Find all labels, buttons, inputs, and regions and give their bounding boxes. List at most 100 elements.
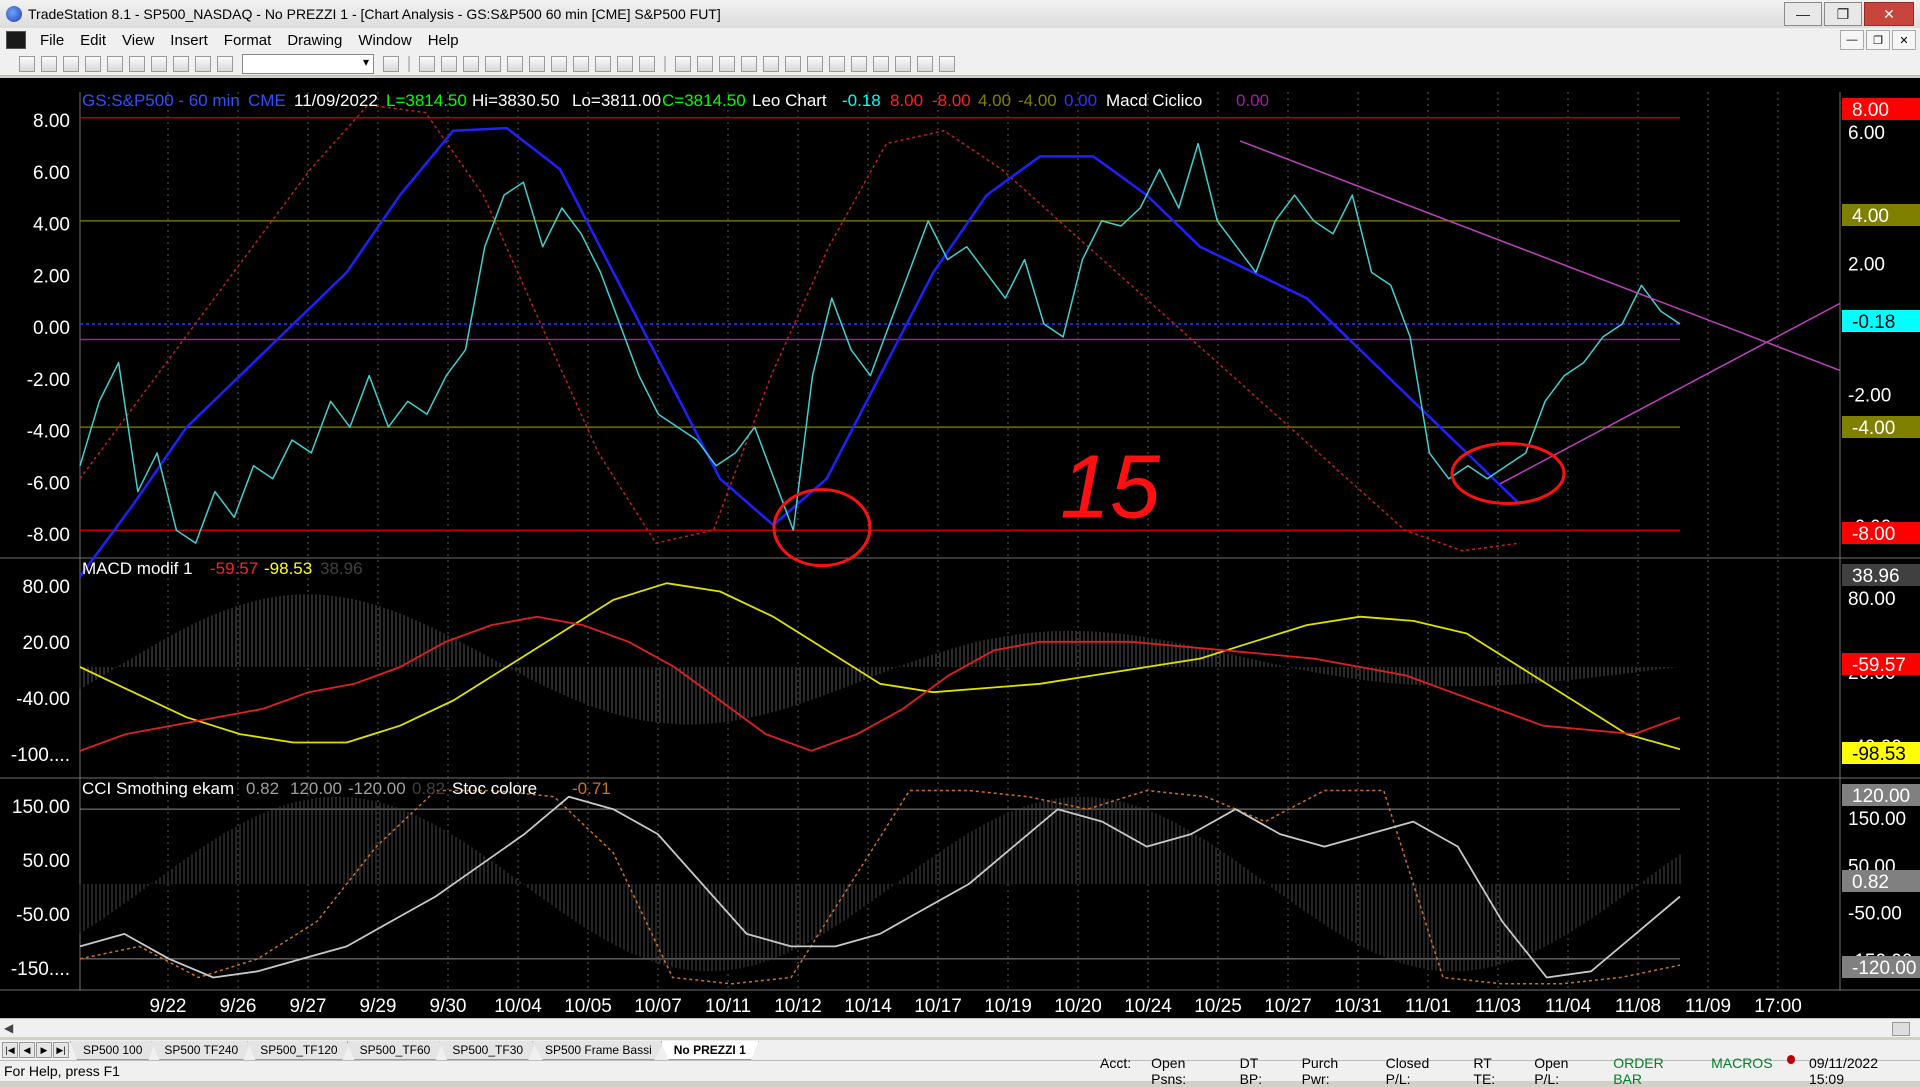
tab-sp500-tf120[interactable]: SP500_TF120 xyxy=(247,1041,351,1060)
ellipse-icon[interactable] xyxy=(895,55,911,72)
symbol-combo[interactable] xyxy=(242,53,374,74)
menu-help[interactable]: Help xyxy=(420,32,467,49)
new-icon[interactable] xyxy=(19,55,35,72)
chart-area[interactable]: 15 9/22 9/26 9/27 9/29 9/30 10/04 10/05 10/07 10… xyxy=(0,78,1920,1018)
x-tick-label: 10/14 xyxy=(844,996,892,1017)
fibonacci-icon[interactable] xyxy=(807,55,823,72)
horizontal-line-icon[interactable] xyxy=(763,55,779,72)
tab-sp500-tf30[interactable]: SP500_TF30 xyxy=(439,1041,537,1060)
tools-icon[interactable] xyxy=(719,55,735,72)
menu-format[interactable]: Format xyxy=(216,32,280,49)
status-rt-te: RT TE: xyxy=(1473,1055,1496,1087)
chart-header-text: 8.00 xyxy=(890,91,923,110)
chart-icon[interactable] xyxy=(129,55,145,72)
cci-legend-text: -0.71 xyxy=(572,779,611,798)
chart-header-text: Lo=3811.00 xyxy=(572,91,661,110)
refresh-icon[interactable] xyxy=(507,55,523,72)
play-icon[interactable] xyxy=(383,55,399,72)
cci-legend-text: -120.00 xyxy=(348,779,406,798)
text-icon[interactable] xyxy=(939,55,955,72)
value-badge-label: 8.00 xyxy=(1852,100,1889,121)
rectangle-icon[interactable] xyxy=(917,55,933,72)
mdi-restore-button[interactable]: ❐ xyxy=(1866,30,1890,50)
pointer-icon[interactable] xyxy=(675,55,691,72)
menu-drawing[interactable]: Drawing xyxy=(279,32,350,49)
tab-next-icon[interactable]: ▶ xyxy=(36,1042,52,1058)
tab-prev-icon[interactable]: ◀ xyxy=(19,1042,35,1058)
value-badge-label: -98.53 xyxy=(1852,744,1906,765)
toolbar-separator xyxy=(664,55,666,72)
menu-edit[interactable]: Edit xyxy=(72,32,114,49)
mdi-minimize-button[interactable]: — xyxy=(1840,30,1864,50)
x-tick-label: 10/31 xyxy=(1334,996,1382,1017)
zoom-in-icon[interactable] xyxy=(617,55,633,72)
trendline-icon[interactable] xyxy=(741,55,757,72)
x-tick-label: 10/25 xyxy=(1194,996,1242,1017)
bar-chart-icon[interactable] xyxy=(529,55,545,72)
toolbar-separator xyxy=(408,55,410,72)
x-tick-label: 10/17 xyxy=(914,996,962,1017)
right-tick-label: 2.00 xyxy=(1848,254,1885,275)
menu-view[interactable]: View xyxy=(114,32,162,49)
open-icon[interactable] xyxy=(41,55,57,72)
candle-icon[interactable] xyxy=(551,55,567,72)
menu-insert[interactable]: Insert xyxy=(162,32,216,49)
arrow-up-icon[interactable] xyxy=(873,55,889,72)
save-icon[interactable] xyxy=(63,55,79,72)
matrix-icon[interactable] xyxy=(173,55,189,72)
lock-icon[interactable] xyxy=(195,55,211,72)
radar-icon[interactable] xyxy=(151,55,167,72)
x-tick-label: 11/04 xyxy=(1545,996,1592,1017)
line-chart-icon[interactable] xyxy=(573,55,589,72)
tab-sp500-frame-bassi[interactable]: SP500 Frame Bassi xyxy=(532,1041,665,1060)
order-bar-button[interactable]: ORDER BAR xyxy=(1603,1055,1701,1087)
window-title: TradeStation 8.1 - SP500_NASDAQ - No PRE… xyxy=(28,6,721,22)
print-icon[interactable] xyxy=(85,55,101,72)
maximize-button[interactable]: ❐ xyxy=(1824,2,1862,26)
chart-canvas[interactable]: 15 9/22 9/26 9/27 9/29 9/30 10/04 10/05 10/07 10… xyxy=(0,78,1920,1018)
value-badge-label: 4.00 xyxy=(1852,206,1889,227)
cci-legend-text: Stoc colore xyxy=(452,779,537,798)
scroll-thumb[interactable] xyxy=(1892,1022,1910,1036)
horizontal-scrollbar[interactable]: ◀ xyxy=(0,1018,1920,1037)
x-tick-label: 10/11 xyxy=(705,996,751,1017)
x-tick-label: 10/04 xyxy=(494,996,542,1017)
channel-icon[interactable] xyxy=(829,55,845,72)
x-tick-label: 10/24 xyxy=(1124,996,1172,1017)
value-badge-label: -59.57 xyxy=(1852,655,1906,676)
print-preview-icon[interactable] xyxy=(107,55,123,72)
close-button[interactable]: ✕ xyxy=(1864,2,1914,26)
minimize-button[interactable]: — xyxy=(1784,2,1822,26)
arrow-down-icon[interactable] xyxy=(851,55,867,72)
tab-no-prezzi-1[interactable]: No PREZZI 1 xyxy=(660,1041,759,1060)
chart-header-text: 11/09/2022 xyxy=(294,91,378,110)
mdi-close-button[interactable]: ✕ xyxy=(1892,30,1916,50)
globe-icon[interactable] xyxy=(217,55,233,72)
x-tick-label: 10/07 xyxy=(634,996,682,1017)
x-tick-label: 11/01 xyxy=(1405,996,1451,1017)
indicator-icon[interactable] xyxy=(441,55,457,72)
cursor-icon[interactable] xyxy=(697,55,713,72)
scroll-left-icon[interactable]: ◀ xyxy=(4,1021,13,1035)
tab-sp500-tf60[interactable]: SP500_TF60 xyxy=(346,1041,444,1060)
chart-header-text: -8.00 xyxy=(932,91,971,110)
status-help-text: For Help, press F1 xyxy=(4,1063,120,1079)
format-icon[interactable] xyxy=(419,55,435,72)
menu-file[interactable]: File xyxy=(32,32,72,49)
menu-window[interactable]: Window xyxy=(350,32,419,49)
tab-first-icon[interactable]: |◀ xyxy=(2,1042,18,1058)
annotation-circle xyxy=(772,488,872,568)
tab-sp500-tf240[interactable]: SP500 TF240 xyxy=(151,1041,252,1060)
zoom-out-icon[interactable] xyxy=(639,55,655,72)
scale-icon[interactable] xyxy=(595,55,611,72)
strategy-icon[interactable] xyxy=(463,55,479,72)
tab-last-icon[interactable]: ▶| xyxy=(53,1042,69,1058)
chart-header-text: 4.00 xyxy=(978,91,1011,110)
tab-sp500-100[interactable]: SP500 100 xyxy=(70,1041,156,1060)
x-tick-label: 11/08 xyxy=(1615,996,1661,1017)
value-badge-label: -0.18 xyxy=(1852,312,1895,333)
chart-document-icon[interactable] xyxy=(6,31,26,49)
macros-button[interactable]: MACROS xyxy=(1701,1055,1782,1087)
link-icon[interactable] xyxy=(485,55,501,72)
vertical-line-icon[interactable] xyxy=(785,55,801,72)
